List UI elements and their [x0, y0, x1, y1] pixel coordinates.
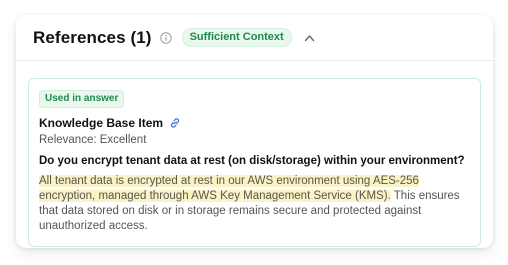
references-panel: References (1) Sufficient Context Used i… [16, 15, 493, 248]
references-header: References (1) Sufficient Context [16, 15, 493, 61]
reference-item: Used in answer Knowledge Base Item Relev… [28, 78, 481, 247]
context-status-badge: Sufficient Context [181, 28, 292, 47]
relevance-label: Relevance: Excellent [39, 134, 147, 146]
used-in-answer-badge: Used in answer [39, 90, 125, 108]
reference-source: Knowledge Base Item [39, 116, 470, 130]
link-icon[interactable] [169, 117, 181, 129]
reference-answer: All tenant data is encrypted at rest in … [39, 174, 470, 234]
highlighted-answer-text: All tenant data is encrypted at rest in … [39, 175, 419, 202]
references-title: References (1) [33, 27, 152, 47]
chevron-up-icon[interactable] [304, 34, 315, 42]
reference-question: Do you encrypt tenant data at rest (on d… [39, 155, 465, 167]
source-name: Knowledge Base Item [39, 116, 164, 130]
references-list: Used in answer Knowledge Base Item Relev… [16, 61, 493, 247]
info-icon[interactable] [159, 31, 172, 44]
